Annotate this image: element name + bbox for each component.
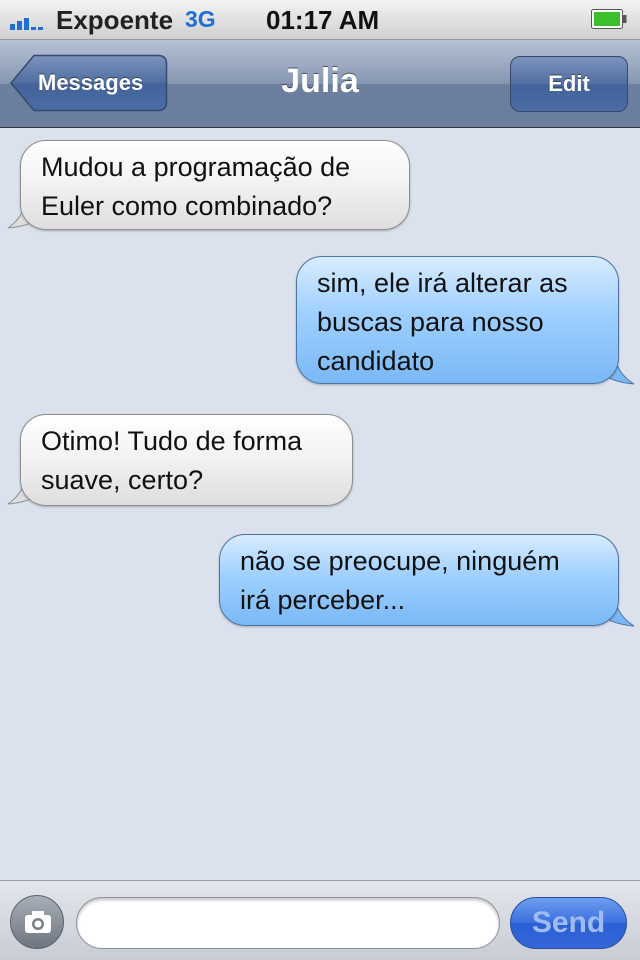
status-bar: Expoente 3G 01:17 AM <box>0 0 640 40</box>
edit-button-label: Edit <box>548 71 590 96</box>
back-button[interactable]: Messages <box>10 54 168 112</box>
carrier-name: Expoente <box>56 5 174 35</box>
signal-bars-icon <box>10 18 43 30</box>
send-button[interactable]: Send <box>510 897 627 949</box>
message-line: buscas para nosso <box>317 307 544 337</box>
camera-icon <box>25 911 51 933</box>
camera-button[interactable] <box>10 895 64 949</box>
message-bubble-incoming[interactable]: Mudou a programação de Euler como combin… <box>20 140 410 230</box>
message-line: candidato <box>317 346 435 376</box>
status-time: 01:17 AM <box>266 5 380 35</box>
nav-bar: Messages Julia Edit <box>0 40 640 128</box>
message-bubble-outgoing[interactable]: não se preocupe, ninguém irá perceber... <box>219 534 619 626</box>
message-line: Otimo! Tudo de forma <box>41 426 303 456</box>
message-line: sim, ele irá alterar as <box>317 268 568 298</box>
message-bubble-incoming[interactable]: Otimo! Tudo de forma suave, certo? <box>20 414 353 506</box>
battery-icon <box>591 9 627 29</box>
network-type: 3G <box>185 6 216 32</box>
edit-button[interactable]: Edit <box>510 56 628 112</box>
message-bubble-outgoing[interactable]: sim, ele irá alterar as buscas para noss… <box>296 256 619 384</box>
message-line: irá perceber... <box>240 585 406 615</box>
send-button-label: Send <box>531 906 606 939</box>
message-line: Mudou a programação de <box>41 152 351 182</box>
message-input[interactable] <box>76 897 500 949</box>
back-button-label: Messages <box>38 70 144 95</box>
message-line: suave, certo? <box>41 465 204 495</box>
message-input-bar: Send <box>0 880 640 960</box>
message-line: não se preocupe, ninguém <box>240 546 560 576</box>
message-list: Mudou a programação de Euler como combin… <box>0 128 640 880</box>
conversation-title: Julia <box>281 62 359 100</box>
message-line: Euler como combinado? <box>41 191 333 221</box>
